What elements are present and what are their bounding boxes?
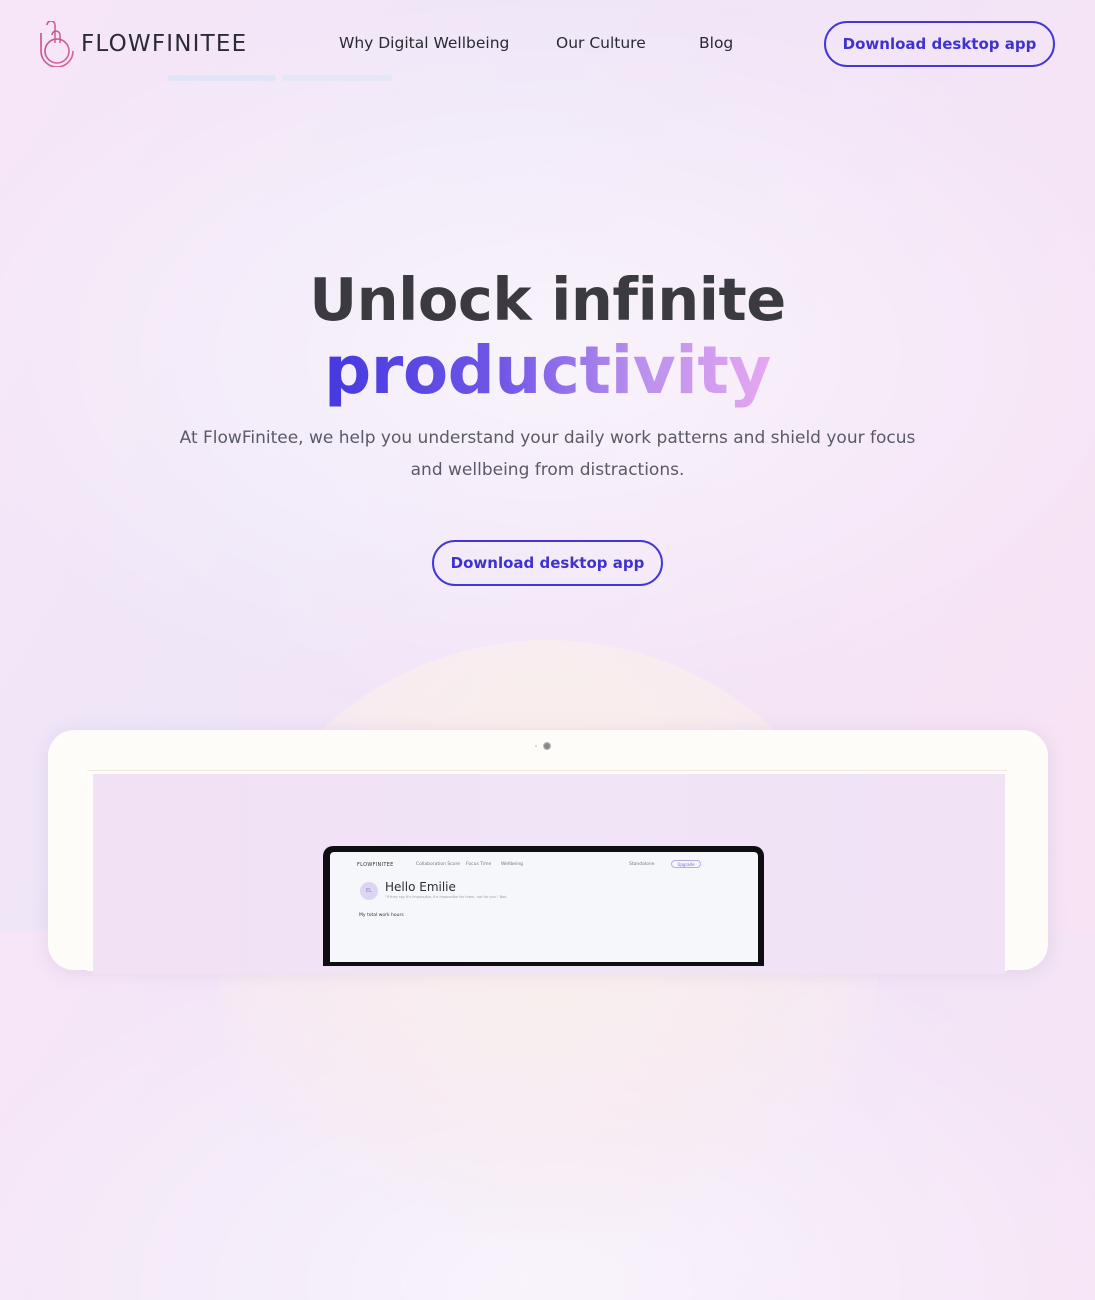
nav-why-digital-wellbeing[interactable]: Why Digital Wellbeing xyxy=(339,34,509,52)
hero-title: Unlock infinite xyxy=(309,265,786,334)
app-preview-avatar: EL xyxy=(360,882,378,900)
app-preview-nav-focus: Focus Time xyxy=(466,862,492,867)
app-preview-quote: "If they say it's impossible, it's impos… xyxy=(385,895,507,899)
app-preview-card-1 xyxy=(168,75,276,81)
hero-title-gradient-text: productivity xyxy=(324,332,771,409)
app-preview-scope: Standalone xyxy=(629,862,655,867)
camera-dot xyxy=(543,742,551,750)
camera-sensor-dot xyxy=(535,745,537,747)
hero-title-highlight: productivity xyxy=(0,332,1095,409)
header-download-button[interactable]: Download desktop app xyxy=(824,21,1055,67)
app-preview-logo: FLOWFINITEE xyxy=(357,862,394,868)
app-preview-total-label: My total work hours xyxy=(359,913,404,918)
app-preview-card-2 xyxy=(282,75,392,81)
brand-name: FLOWFINITEE xyxy=(81,31,248,57)
nav-blog[interactable]: Blog xyxy=(699,34,733,52)
flowfinitee-logo-icon xyxy=(40,21,74,67)
nav-our-culture[interactable]: Our Culture xyxy=(556,34,646,52)
app-preview-upgrade-button: Upgrade xyxy=(671,860,701,868)
hero-subtitle: At FlowFinitee, we help you understand y… xyxy=(179,428,916,480)
app-preview-nav-collaboration: Collaboration Score xyxy=(416,862,461,867)
brand-logo[interactable]: FLOWFINITEE xyxy=(39,21,247,67)
app-preview-screen: FLOWFINITEE Collaboration Score Focus Ti… xyxy=(330,852,758,962)
app-preview-nav-wellbeing: Wellbeing xyxy=(501,862,524,867)
hero-download-button[interactable]: Download desktop app xyxy=(432,540,663,586)
app-preview-greeting: Hello Emilie xyxy=(385,880,456,894)
